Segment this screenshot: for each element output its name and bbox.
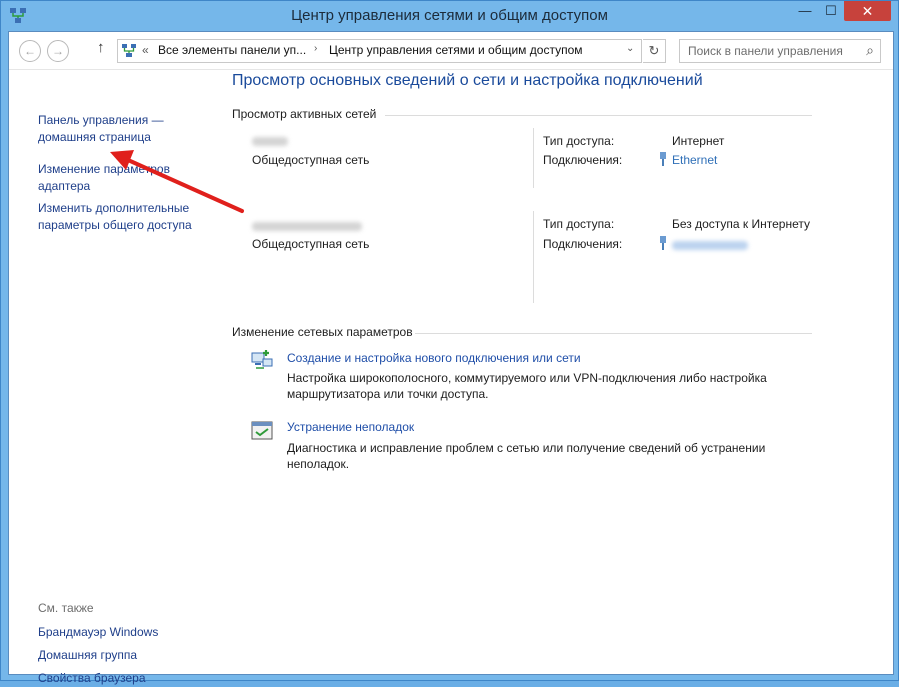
window-title: Центр управления сетями и общим доступом	[291, 7, 608, 24]
task-link-new-connection[interactable]: Создание и настройка нового подключения …	[287, 351, 581, 365]
task-link-troubleshoot[interactable]: Устранение неполадок	[287, 420, 414, 434]
network-type[interactable]: Общедоступная сеть	[252, 153, 369, 167]
access-type-label: Тип доступа:	[543, 217, 615, 231]
sidebar-link-sharing-settings[interactable]: Изменить дополнительные параметры общего…	[38, 200, 192, 234]
network-name-blurred	[252, 137, 288, 146]
forward-button[interactable]: →	[47, 40, 69, 62]
connection-link-ethernet[interactable]: Ethernet	[672, 153, 717, 167]
ethernet-icon	[660, 152, 666, 166]
column-divider	[533, 128, 534, 188]
main-content: Просмотр основных сведений о сети и наст…	[216, 70, 893, 674]
navigation-bar: ← → ↑ « Все элементы панели уп... › Цент…	[9, 32, 893, 70]
network-name-blurred	[252, 222, 362, 231]
breadcrumb-network-center[interactable]: Центр управления сетями и общим доступом	[329, 43, 583, 57]
window: Центр управления сетями и общим доступом…	[0, 0, 899, 685]
address-overflow[interactable]: «	[142, 43, 149, 57]
column-divider	[533, 211, 534, 303]
close-button[interactable]: ✕	[844, 1, 891, 21]
maximize-button[interactable]: ☐	[818, 1, 844, 21]
address-bar[interactable]: « Все элементы панели уп... › Центр упра…	[117, 39, 642, 63]
access-type-value: Без доступа к Интернету	[672, 217, 811, 231]
client-area: ← → ↑ « Все элементы панели уп... › Цент…	[8, 31, 894, 685]
troubleshoot-icon	[251, 421, 273, 440]
search-placeholder: Поиск в панели управления	[688, 44, 843, 58]
search-input[interactable]: Поиск в панели управления ⌕	[679, 39, 881, 63]
active-networks-header: Просмотр активных сетей	[232, 107, 377, 121]
search-icon[interactable]: ⌕	[866, 42, 874, 59]
task-desc-new-connection: Настройка широкополосного, коммутируемог…	[287, 371, 767, 401]
ethernet-icon	[660, 236, 666, 250]
connection-link-blurred[interactable]	[672, 241, 748, 250]
sidebar: Панель управления — домашняя страница Из…	[9, 70, 216, 685]
sidebar-link-browser-properties[interactable]: Свойства браузера	[38, 670, 146, 687]
refresh-button[interactable]: ↻	[643, 39, 666, 63]
sidebar-link-homegroup[interactable]: Домашняя группа	[38, 647, 137, 664]
breadcrumb-separator[interactable]: ›	[314, 43, 317, 54]
change-settings-header: Изменение сетевых параметров	[232, 325, 413, 339]
task-desc-troubleshoot: Диагностика и исправление проблем с сеть…	[287, 441, 766, 471]
new-connection-icon	[251, 350, 273, 369]
network-type[interactable]: Общедоступная сеть	[252, 237, 369, 251]
breadcrumb-all-items[interactable]: Все элементы панели уп...	[158, 43, 306, 57]
page-title: Просмотр основных сведений о сети и наст…	[232, 72, 703, 89]
sidebar-link-adapter-settings[interactable]: Изменение параметров адаптера	[38, 161, 170, 195]
minimize-button[interactable]: —	[792, 1, 818, 21]
connections-label: Подключения:	[543, 237, 623, 251]
section-divider	[415, 333, 812, 334]
access-type-value: Интернет	[672, 134, 725, 148]
see-also-label: См. также	[38, 601, 94, 615]
back-button[interactable]: ←	[19, 40, 41, 62]
access-type-label: Тип доступа:	[543, 134, 615, 148]
title-bar: Центр управления сетями и общим доступом…	[1, 1, 898, 31]
sidebar-link-home[interactable]: Панель управления — домашняя страница	[38, 112, 164, 146]
section-divider	[385, 115, 812, 116]
up-button[interactable]: ↑	[97, 39, 105, 56]
sidebar-link-firewall[interactable]: Брандмауэр Windows	[38, 624, 158, 641]
connections-label: Подключения:	[543, 153, 623, 167]
network-center-icon	[122, 44, 136, 57]
address-dropdown-icon[interactable]: ⌄	[626, 43, 634, 54]
